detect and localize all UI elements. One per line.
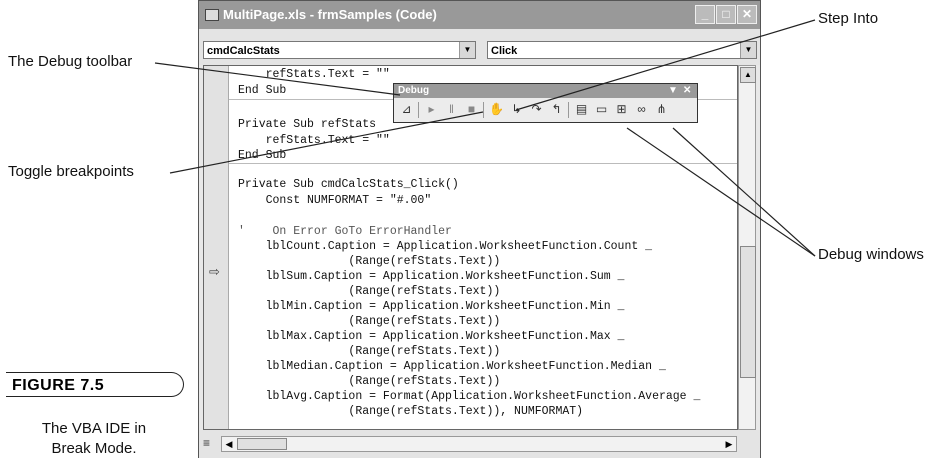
code-line[interactable]: (Range(refStats.Text)) <box>238 255 500 268</box>
code-line[interactable]: lblMin.Caption = Application.WorksheetFu… <box>238 300 625 313</box>
code-line[interactable]: Private Sub refStats <box>238 118 376 131</box>
code-line[interactable]: (Range(refStats.Text)) <box>238 315 500 328</box>
title-bar[interactable]: MultiPage.xls - frmSamples (Code) _ □ ✕ <box>199 1 760 29</box>
code-line[interactable]: lblSum.Caption = Application.WorksheetFu… <box>238 270 625 283</box>
procedure-combo[interactable]: Click ▼ <box>487 41 757 59</box>
locals-window-icon[interactable]: ▤ <box>572 100 591 119</box>
minimize-button[interactable]: _ <box>695 5 715 24</box>
close-button[interactable]: ✕ <box>737 5 757 24</box>
code-line[interactable]: (Range(refStats.Text)) <box>238 345 500 358</box>
figure-caption-line-1: The VBA IDE in <box>41 420 147 437</box>
callout-toggle-breakpoints: Toggle breakpoints <box>8 163 134 180</box>
close-icon[interactable]: ✕ <box>683 84 691 98</box>
combo-bar: cmdCalcStats ▼ Click ▼ <box>199 29 760 65</box>
call-stack-icon[interactable]: ⋔ <box>652 100 671 119</box>
figure-caption: The VBA IDE in Break Mode. <box>4 419 184 459</box>
step-out-icon[interactable]: ↰ <box>547 100 566 119</box>
toolbar-separator <box>568 102 569 118</box>
toolbar-separator <box>483 102 484 118</box>
code-line[interactable]: refStats.Text = "" <box>238 134 390 147</box>
callout-step-into: Step Into <box>818 10 879 27</box>
debug-toolbar-title-bar[interactable]: Debug ▼ ✕ <box>394 84 697 98</box>
code-line[interactable]: (Range(refStats.Text)) <box>238 285 500 298</box>
code-line[interactable]: End Sub <box>238 84 286 97</box>
vba-code-window: MultiPage.xls - frmSamples (Code) _ □ ✕ … <box>198 0 761 458</box>
code-line[interactable]: lblMax.Caption = Application.WorksheetFu… <box>238 330 625 343</box>
toggle-breakpoint-icon[interactable]: ✋ <box>487 100 506 119</box>
scroll-up-icon[interactable]: ▲ <box>740 67 756 83</box>
window-title: MultiPage.xls - frmSamples (Code) <box>223 7 437 22</box>
code-line-current[interactable]: lblCount.Caption = Application.Worksheet… <box>238 240 652 253</box>
procedure-combo-value: Click <box>491 45 518 57</box>
margin-indicator-bar[interactable] <box>204 66 229 429</box>
scroll-thumb[interactable] <box>740 246 756 378</box>
code-line[interactable]: lblAvg.Caption = Format(Application.Work… <box>238 390 701 403</box>
horizontal-scrollbar[interactable]: ◀ ▶ <box>221 436 737 452</box>
debug-toolbar-title: Debug <box>398 85 430 96</box>
window-icon <box>205 9 219 21</box>
view-toggle-icon[interactable]: ≡ <box>203 436 210 450</box>
object-combo[interactable]: cmdCalcStats ▼ <box>203 41 476 59</box>
bottom-bar: ≡ ◀ ▶ <box>199 430 760 458</box>
maximize-button[interactable]: □ <box>716 5 736 24</box>
quick-watch-icon[interactable]: ∞ <box>632 100 651 119</box>
callout-debug-toolbar: The Debug toolbar <box>8 53 133 70</box>
step-into-icon[interactable]: ↳ <box>507 100 526 119</box>
watch-window-icon[interactable]: ⊞ <box>612 100 631 119</box>
code-line[interactable]: Private Sub cmdCalcStats_Click() <box>238 178 459 191</box>
run-icon[interactable]: ▸ <box>422 100 441 119</box>
immediate-window-icon[interactable]: ▭ <box>592 100 611 119</box>
chevron-down-icon[interactable]: ▼ <box>668 84 678 98</box>
code-line[interactable]: (Range(refStats.Text)) <box>238 375 500 388</box>
design-mode-icon[interactable]: ⊿ <box>397 100 416 119</box>
object-combo-value: cmdCalcStats <box>207 45 280 57</box>
execution-point-arrow-icon: ⇨ <box>209 264 220 279</box>
code-line[interactable]: lblMedian.Caption = Application.Workshee… <box>238 360 666 373</box>
reset-icon[interactable]: ■ <box>462 100 481 119</box>
code-line[interactable]: refStats.Text = "" <box>238 68 390 81</box>
figure-badge: FIGURE 7.5 <box>6 372 184 397</box>
code-line[interactable]: Const NUMFORMAT = "#.00" <box>238 194 432 207</box>
scroll-right-icon[interactable]: ▶ <box>723 438 735 450</box>
figure-caption-line-2: Break Mode. <box>51 440 137 457</box>
step-over-icon[interactable]: ↷ <box>527 100 546 119</box>
chevron-down-icon[interactable]: ▼ <box>740 42 756 58</box>
scroll-left-icon[interactable]: ◀ <box>223 438 235 450</box>
toolbar-separator <box>418 102 419 118</box>
procedure-separator <box>229 163 737 164</box>
code-line-comment[interactable]: ' On Error GoTo ErrorHandler <box>238 225 452 238</box>
callout-debug-windows: Debug windows <box>818 246 924 263</box>
code-line[interactable]: End Sub <box>238 149 286 162</box>
debug-toolbar[interactable]: Debug ▼ ✕ ⊿ ▸ ‖ ■ ✋ ↳ ↷ ↰ ▤ ▭ ⊞ ∞ ⋔ <box>393 83 698 123</box>
break-icon[interactable]: ‖ <box>442 100 461 119</box>
vertical-scrollbar[interactable]: ▲ <box>738 65 756 430</box>
scroll-thumb[interactable] <box>237 438 287 450</box>
code-line[interactable]: (Range(refStats.Text)), NUMFORMAT) <box>238 405 583 418</box>
chevron-down-icon[interactable]: ▼ <box>459 42 475 58</box>
